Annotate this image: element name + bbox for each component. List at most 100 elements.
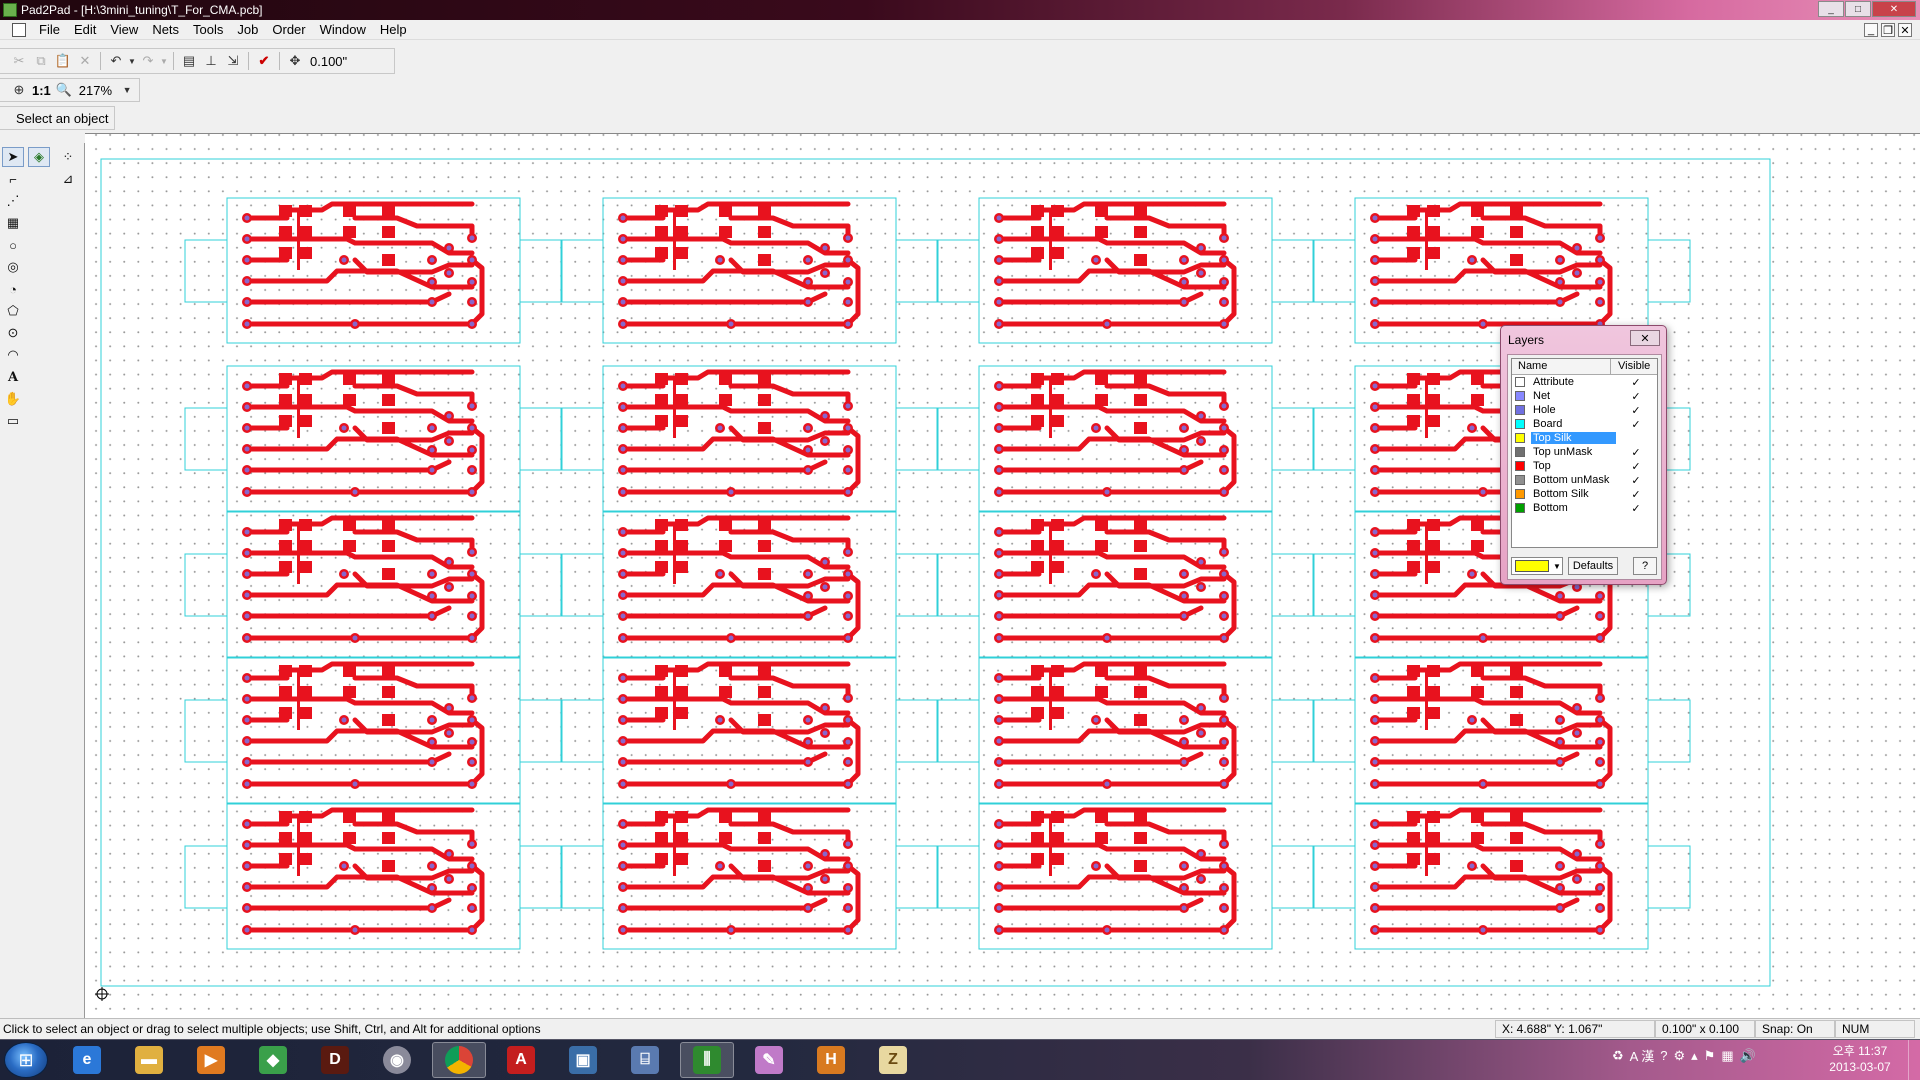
zoom-level-value[interactable]: 217% (75, 83, 116, 98)
select-tool-icon[interactable]: ➤ (2, 147, 24, 167)
layer-name[interactable]: Attribute (1531, 376, 1616, 388)
layer-visible-checkmark[interactable]: ✓ (1616, 474, 1656, 487)
layer-row[interactable]: Hole ✓ (1512, 403, 1657, 417)
layer-color-swatch[interactable] (1515, 447, 1525, 457)
taskbar-explorer[interactable]: ▬ (122, 1042, 176, 1078)
ime-help-icon[interactable]: ? (1660, 1048, 1667, 1063)
layer-visible-checkmark[interactable]: ✓ (1616, 488, 1656, 501)
defaults-button[interactable]: Defaults (1568, 557, 1618, 575)
volume-tray-icon[interactable]: 🔊 (1740, 1048, 1756, 1064)
mdi-close-button[interactable]: ✕ (1898, 23, 1912, 37)
layers-icon[interactable]: ◈ (28, 147, 50, 167)
tray-expand-icon[interactable]: ▴ (1691, 1048, 1698, 1064)
layer-color-swatch[interactable] (1515, 503, 1525, 513)
column-header-name[interactable]: Name (1512, 359, 1612, 374)
snap-status[interactable]: Snap: On (1755, 1020, 1835, 1038)
taskbar-media-player[interactable]: ▶ (184, 1042, 238, 1078)
taskbar-windows-live[interactable]: ◆ (246, 1042, 300, 1078)
layer-row[interactable]: Top ✓ (1512, 459, 1657, 473)
layer-name[interactable]: Net (1531, 390, 1616, 402)
show-desktop-button[interactable] (1908, 1040, 1920, 1080)
layer-visible-checkmark[interactable]: ✓ (1616, 404, 1656, 417)
taskbar-clock[interactable]: 오후 11:37 2013-03-07 (1820, 1043, 1900, 1075)
layer-row[interactable]: Top unMask ✓ (1512, 445, 1657, 459)
snap-icon[interactable]: ⊿ (57, 169, 79, 189)
check-design-icon[interactable]: ✔ (253, 50, 275, 72)
circle-tool-icon[interactable]: ⊙ (2, 323, 24, 343)
taskbar-paint[interactable]: ✎ (742, 1042, 796, 1078)
layer-row[interactable]: Attribute ✓ (1512, 375, 1657, 389)
layer-color-swatch[interactable] (1515, 391, 1525, 401)
menu-edit[interactable]: Edit (67, 22, 103, 37)
grid-dots-icon[interactable]: ⁘ (57, 147, 79, 167)
taskbar-diablo[interactable]: D (308, 1042, 362, 1078)
layer-row[interactable]: Bottom unMask ✓ (1512, 473, 1657, 487)
properties-icon[interactable]: ▤ (178, 50, 200, 72)
layer-color-swatch[interactable] (1515, 475, 1525, 485)
undo-icon[interactable]: ↶ (105, 50, 127, 72)
network-tray-icon[interactable]: ▦ (1721, 1048, 1733, 1064)
menu-view[interactable]: View (103, 22, 145, 37)
layer-name[interactable]: Hole (1531, 404, 1616, 416)
maximize-button[interactable]: □ (1845, 1, 1871, 17)
grid-size-value[interactable]: 0.100" (306, 54, 351, 69)
grid-size-status[interactable]: 0.100" x 0.100 (1655, 1020, 1755, 1038)
layer-row[interactable]: Net ✓ (1512, 389, 1657, 403)
menu-nets[interactable]: Nets (145, 22, 186, 37)
layer-row[interactable]: Board ✓ (1512, 417, 1657, 431)
taskbar-archive[interactable]: Z (866, 1042, 920, 1078)
polygon-tool-icon[interactable]: ⬠ (2, 301, 24, 321)
layer-row[interactable]: Bottom Silk ✓ (1512, 487, 1657, 501)
taskbar-pad2pad[interactable]: ⫼ (680, 1042, 734, 1078)
start-button[interactable]: ⊞ (4, 1042, 48, 1078)
taskbar-chrome[interactable] (432, 1042, 486, 1078)
layer-name[interactable]: Bottom Silk (1531, 488, 1616, 500)
ruler-tool-icon[interactable]: ▭ (2, 411, 24, 431)
layer-color-swatch[interactable] (1515, 419, 1525, 429)
mdi-minimize-button[interactable]: _ (1864, 23, 1878, 37)
ime-settings-icon[interactable]: ⚙ (1673, 1048, 1685, 1064)
layer-name[interactable]: Bottom (1531, 502, 1616, 514)
menu-help[interactable]: Help (373, 22, 414, 37)
text-tool-icon[interactable]: A (2, 367, 24, 387)
zoom-fit-icon[interactable]: ⊕ (8, 79, 30, 101)
mdi-restore-button[interactable]: ❐ (1881, 23, 1895, 37)
layer-row[interactable]: Top Silk (1512, 431, 1657, 445)
net-tool-icon[interactable]: ⋰ (2, 191, 24, 211)
autoroute-icon[interactable]: ⇲ (222, 50, 244, 72)
trace-tool-icon[interactable]: ⌐ (2, 169, 24, 189)
layer-name[interactable]: Board (1531, 418, 1616, 430)
layer-visible-checkmark[interactable]: ✓ (1616, 460, 1656, 473)
taskbar-dvd[interactable]: ◉ (370, 1042, 424, 1078)
delete-icon[interactable]: ✕ (74, 50, 96, 72)
menu-tools[interactable]: Tools (186, 22, 230, 37)
taskbar-network[interactable]: ⌸ (618, 1042, 672, 1078)
layer-visible-checkmark[interactable]: ✓ (1616, 446, 1656, 459)
paste-icon[interactable]: 📋 (52, 50, 74, 72)
redo-icon[interactable]: ↷ (137, 50, 159, 72)
menu-order[interactable]: Order (265, 22, 312, 37)
help-button[interactable]: ? (1633, 557, 1657, 575)
measure-icon[interactable]: ⊥ (200, 50, 222, 72)
redo-dropdown-icon[interactable]: ▼ (159, 50, 169, 72)
layer-name[interactable]: Top Silk (1531, 432, 1616, 444)
menu-file[interactable]: File (32, 22, 67, 37)
layer-visible-checkmark[interactable]: ✓ (1616, 502, 1656, 515)
layer-visible-checkmark[interactable]: ✓ (1616, 418, 1656, 431)
layers-close-button[interactable]: ✕ (1630, 330, 1660, 346)
pan-hand-icon[interactable]: ✋ (2, 389, 24, 409)
copy-icon[interactable]: ⧉ (30, 50, 52, 72)
zoom-icon[interactable]: 🔍 (53, 79, 75, 101)
taskbar-acrobat[interactable]: A (494, 1042, 548, 1078)
layer-color-swatch[interactable] (1515, 489, 1525, 499)
column-header-visible[interactable]: Visible (1611, 359, 1657, 374)
recycle-tray-icon[interactable]: ♻ (1612, 1048, 1624, 1064)
layer-visible-checkmark[interactable]: ✓ (1616, 390, 1656, 403)
layer-row[interactable]: Bottom ✓ (1512, 501, 1657, 515)
pad-tool-icon[interactable]: ○ (2, 235, 24, 255)
arc-tool-icon[interactable]: ◠ (2, 345, 24, 365)
document-icon[interactable] (12, 22, 26, 37)
undo-dropdown-icon[interactable]: ▼ (127, 50, 137, 72)
zoom-dropdown-icon[interactable]: ▼ (116, 79, 138, 101)
close-button[interactable]: ✕ (1872, 1, 1916, 17)
